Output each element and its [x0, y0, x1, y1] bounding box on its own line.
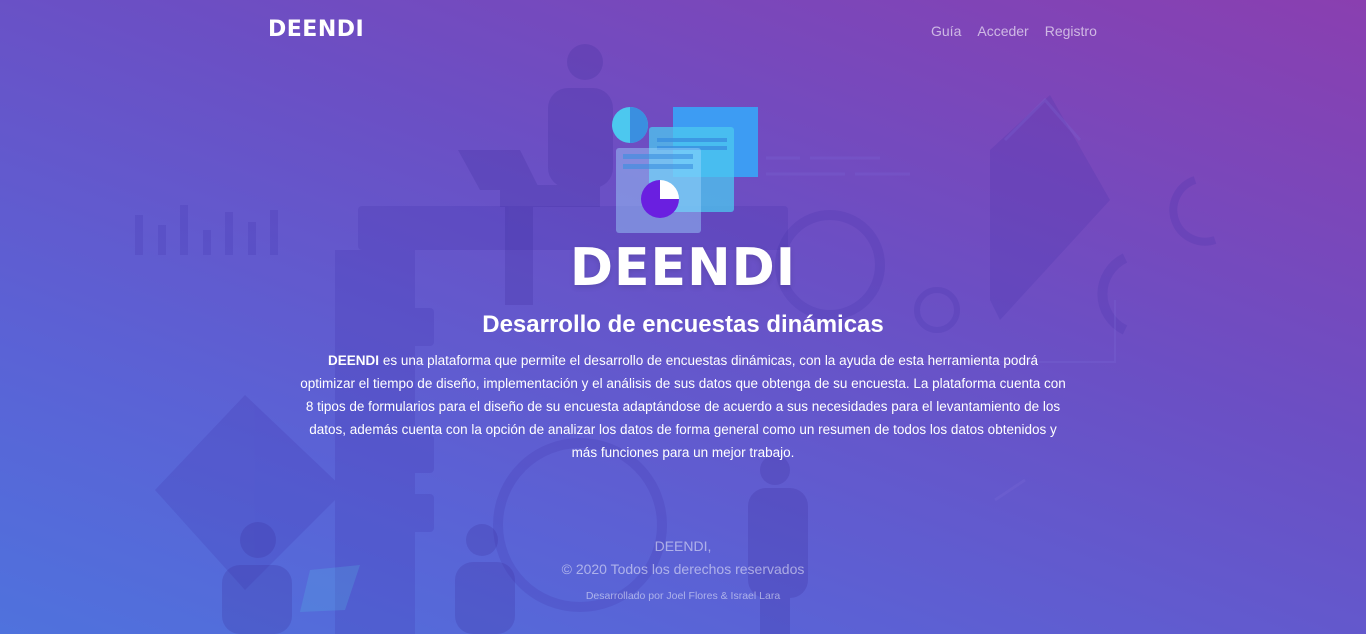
nav-links: Guía Acceder Registro	[931, 23, 1097, 39]
brand-logo[interactable]: DEENDI	[268, 17, 364, 42]
hero-description: DEENDI es una plataforma que permite el …	[300, 349, 1066, 464]
footer-developers: Desarrollado por Joel Flores & Israel La…	[585, 590, 781, 602]
hero-subtitle: Desarrollo de encuestas dinámicas	[482, 311, 884, 338]
footer-copyright: © 2020 Todos los derechos reservados	[561, 561, 805, 577]
nav-link-guia[interactable]: Guía	[931, 23, 961, 39]
footer: DEENDI, © 2020 Todos los derechos reserv…	[0, 537, 1366, 603]
hero-description-text: es una plataforma que permite el desarro…	[300, 353, 1066, 460]
top-navbar: DEENDI Guía Acceder Registro	[0, 0, 1366, 64]
hero-description-strong: DEENDI	[328, 353, 380, 368]
survey-documents-icon	[612, 107, 758, 233]
hero-title: DEENDI	[569, 238, 797, 298]
nav-link-acceder[interactable]: Acceder	[977, 23, 1028, 39]
nav-link-registro[interactable]: Registro	[1045, 23, 1097, 39]
footer-brand: DEENDI,	[654, 538, 712, 554]
